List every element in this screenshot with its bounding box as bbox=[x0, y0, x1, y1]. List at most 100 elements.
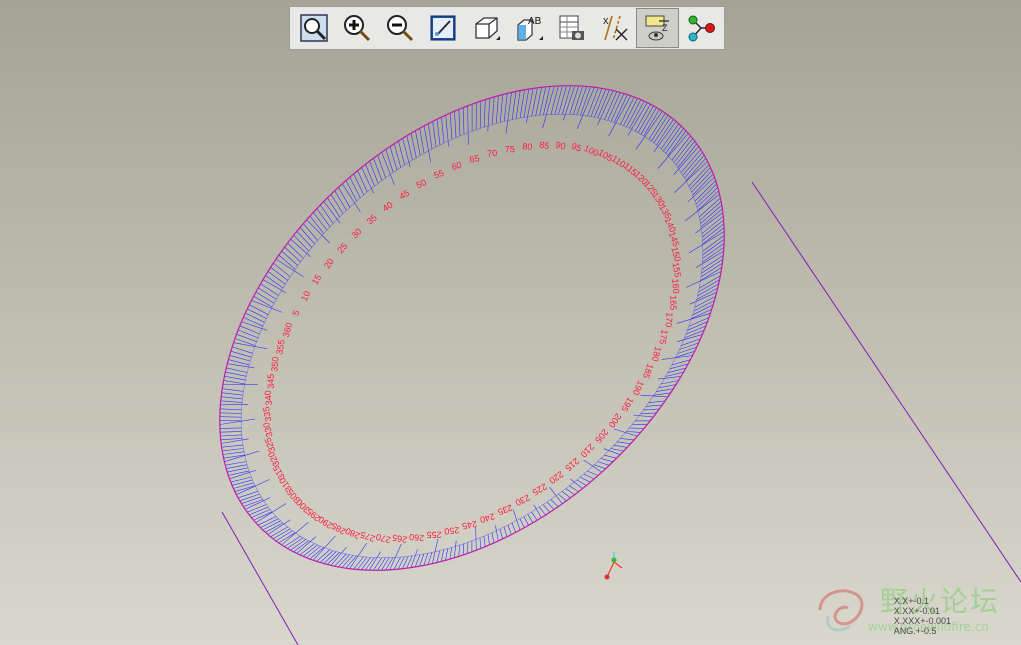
angle-label: 170 bbox=[663, 312, 674, 328]
tick-mark bbox=[290, 238, 311, 258]
tick-mark bbox=[657, 376, 682, 380]
tick-mark bbox=[648, 400, 666, 403]
tick-mark bbox=[698, 279, 720, 293]
tick-mark bbox=[610, 93, 625, 122]
tick-mark bbox=[299, 227, 315, 245]
view-ab-icon: AB bbox=[516, 16, 543, 41]
tick-mark bbox=[381, 557, 390, 571]
tick-mark bbox=[503, 93, 508, 122]
tick-mark bbox=[463, 107, 465, 135]
tick-mark bbox=[251, 509, 271, 518]
zoom-fit-icon bbox=[299, 14, 328, 42]
tick-mark bbox=[702, 246, 725, 263]
angle-label: 80 bbox=[522, 141, 533, 152]
tick-mark bbox=[637, 105, 654, 133]
tick-mark bbox=[373, 157, 383, 181]
tick-mark bbox=[373, 557, 382, 571]
tick-mark bbox=[357, 170, 368, 193]
tick-mark bbox=[267, 271, 286, 285]
tick-mark bbox=[462, 543, 465, 556]
angle-label: 180 bbox=[650, 346, 664, 363]
spin-center-icon: Z bbox=[645, 15, 669, 41]
tick-mark bbox=[684, 155, 705, 179]
tick-mark bbox=[663, 125, 682, 152]
repaint-button[interactable] bbox=[421, 8, 464, 48]
tick-mark bbox=[219, 412, 242, 414]
angle-label: 185 bbox=[641, 362, 656, 380]
tick-mark bbox=[441, 117, 445, 144]
angle-label: 225 bbox=[531, 481, 549, 497]
tick-mark bbox=[255, 291, 275, 304]
tick-mark bbox=[499, 94, 504, 123]
graphics-window[interactable]: 5 10 15 20 25 30 35 40 45 50 55 60 65 70 75 80 85 90 95 100… bbox=[0, 0, 1021, 645]
tick-mark bbox=[487, 534, 490, 545]
tick-mark bbox=[281, 250, 299, 266]
spin-center-button[interactable]: Z bbox=[636, 8, 679, 48]
tick-mark bbox=[699, 275, 721, 289]
tick-mark bbox=[491, 532, 495, 543]
zoom-in-icon bbox=[343, 15, 370, 42]
cube-shaded-icon bbox=[474, 17, 500, 40]
tick-mark bbox=[692, 173, 714, 196]
saved-views-button[interactable]: AB bbox=[507, 8, 550, 48]
refit-button[interactable] bbox=[292, 8, 335, 48]
tick-mark bbox=[676, 334, 703, 342]
tick-mark bbox=[491, 96, 495, 125]
watermark-logo-icon bbox=[818, 589, 864, 632]
angle-label: 240 bbox=[479, 511, 496, 525]
tick-mark bbox=[236, 334, 257, 342]
tick-mark bbox=[219, 427, 242, 429]
tick-mark bbox=[550, 499, 559, 507]
model-canvas[interactable]: 5101520253035404550556065 70 75 80 85 90 95 100… bbox=[0, 0, 1021, 645]
tick-mark bbox=[225, 461, 247, 466]
tick-mark bbox=[614, 428, 638, 437]
tick-mark bbox=[694, 180, 716, 202]
tick-mark bbox=[410, 133, 417, 158]
tick-mark bbox=[527, 514, 534, 523]
orient-mode-button[interactable] bbox=[679, 8, 722, 48]
tick-mark bbox=[245, 312, 265, 323]
view-manager-icon bbox=[559, 15, 584, 40]
tick-mark bbox=[600, 458, 614, 463]
tick-mark bbox=[334, 190, 347, 211]
tick-mark bbox=[701, 259, 723, 274]
angle-label: 60 bbox=[450, 160, 462, 172]
angle-label: 95 bbox=[570, 141, 583, 154]
angle-label: 175 bbox=[657, 329, 669, 346]
tick-mark bbox=[224, 375, 246, 381]
datum-display-button[interactable]: x bbox=[593, 8, 636, 48]
angle-label: 20 bbox=[322, 257, 336, 271]
tick-mark bbox=[646, 404, 663, 407]
tick-mark bbox=[653, 392, 671, 396]
tick-mark bbox=[604, 454, 617, 459]
angle-label: 330 bbox=[261, 421, 275, 438]
tick-mark bbox=[458, 109, 461, 136]
angle-label: 255 bbox=[427, 530, 442, 540]
angle-label: 200 bbox=[607, 411, 624, 429]
tick-mark bbox=[440, 549, 445, 562]
view-toolbar: AB x Z bbox=[289, 6, 725, 50]
display-style-button[interactable] bbox=[464, 8, 507, 48]
angle-label: 5 bbox=[290, 309, 301, 317]
tick-mark bbox=[226, 367, 248, 373]
tick-mark bbox=[419, 553, 425, 567]
tick-mark bbox=[449, 547, 453, 560]
angle-label: 75 bbox=[505, 144, 515, 154]
angle-label: 45 bbox=[397, 188, 411, 202]
tick-mark bbox=[253, 511, 273, 521]
view-manager-button[interactable] bbox=[550, 8, 593, 48]
angle-label: 270 bbox=[375, 532, 392, 546]
tick-mark bbox=[454, 540, 457, 558]
tick-mark bbox=[700, 208, 723, 228]
angle-label: 205 bbox=[593, 427, 610, 445]
tick-mark bbox=[610, 448, 624, 452]
zoom-out-button[interactable] bbox=[378, 8, 421, 48]
zoom-in-button[interactable] bbox=[335, 8, 378, 48]
angle-label: 275 bbox=[359, 529, 377, 544]
angle-label: 235 bbox=[496, 503, 514, 518]
angle-label: 85 bbox=[539, 140, 551, 152]
tick-mark bbox=[273, 262, 291, 277]
tick-mark bbox=[569, 85, 579, 115]
tick-mark bbox=[475, 527, 477, 551]
tick-mark bbox=[511, 522, 516, 533]
